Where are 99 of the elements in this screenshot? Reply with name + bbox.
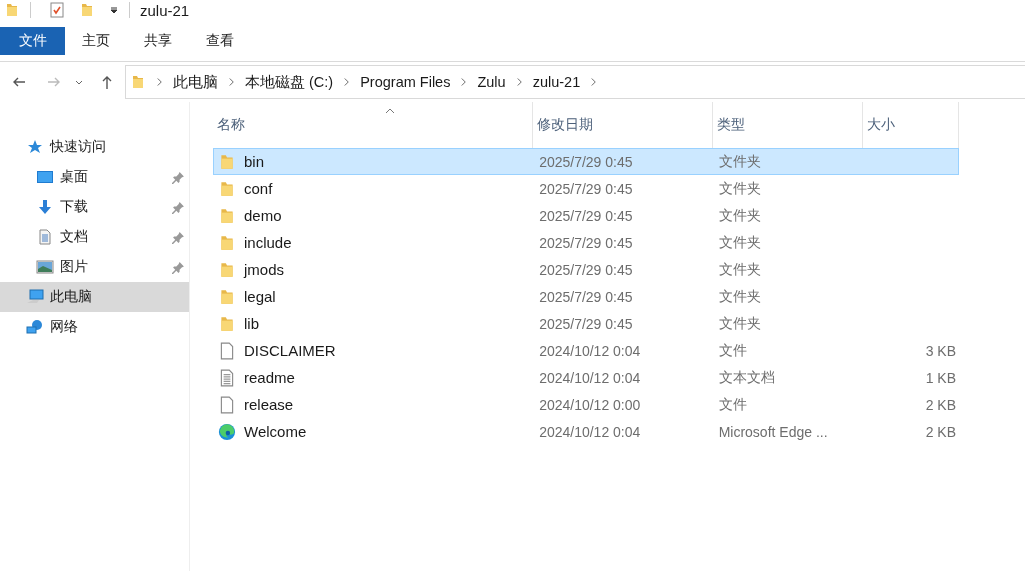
size-cell: 2 KB [925,396,956,413]
type-cell: 文件夹 [718,314,761,333]
dropdown-icon[interactable] [109,5,119,15]
date-cell: 2025/7/29 0:45 [539,234,633,251]
sidebar-item[interactable]: 文档 [0,222,189,252]
sidebar-item[interactable]: 网络 [0,312,189,342]
size-cell: 3 KB [925,342,956,359]
breadcrumb-item[interactable]: Program Files [360,74,451,90]
file-row[interactable]: DISCLAIMER 2024/10/12 0:04 文件 3 KB [213,337,959,364]
sidebar-item[interactable]: 桌面 [0,162,189,192]
picture-icon [36,259,54,275]
chevron-right-icon[interactable] [228,77,235,87]
file-row[interactable]: jmods 2025/7/29 0:45 文件夹 [213,256,959,283]
ribbon-tab[interactable]: 文件 [0,27,65,55]
type-cell: 文件夹 [718,179,761,198]
address-bar[interactable]: 此电脑 本地磁盘 (C:) Program Files Zulu zulu-21 [125,65,1025,99]
sidebar-item[interactable]: 此电脑 [0,282,189,312]
size-cell: 2 KB [925,423,956,440]
file-row[interactable]: release 2024/10/12 0:00 文件 2 KB [213,391,959,418]
chevron-right-icon[interactable] [460,77,468,87]
folder-icon [4,2,20,18]
chevron-right-icon[interactable] [156,77,163,87]
file-row[interactable]: demo 2025/7/29 0:45 文件夹 [213,202,959,229]
type-cell: 文件夹 [718,260,761,279]
file-name: jmods [244,261,284,278]
file-name: release [244,396,294,413]
file-name: legal [244,288,276,305]
sidebar-item[interactable]: 下载 [0,192,189,222]
file-name: readme [244,369,295,386]
type-cell: 文件夹 [718,287,761,306]
type-cell: Microsoft Edge ... [718,423,828,440]
computer-icon [26,289,44,305]
file-icon [218,341,236,360]
folder-icon [218,179,236,198]
date-cell: 2025/7/29 0:45 [539,261,633,278]
folder-icon [130,74,146,90]
folder-icon [218,314,236,333]
file-row[interactable]: readme 2024/10/12 0:04 文本文档 1 KB [213,364,959,391]
file-icon [218,395,236,414]
date-cell: 2024/10/12 0:04 [539,342,641,359]
pin-icon[interactable] [172,200,185,214]
ribbon-tab[interactable]: 查看 [189,27,251,55]
file-name: DISCLAIMER [244,342,336,359]
chevron-right-icon[interactable] [515,77,523,87]
network-icon [26,319,44,335]
breadcrumb-item[interactable]: Zulu [477,74,506,90]
document-icon [36,229,54,245]
folder-icon [218,152,236,171]
properties-icon[interactable] [49,2,65,18]
chevron-right-icon[interactable] [590,77,598,87]
file-row[interactable]: legal 2025/7/29 0:45 文件夹 [213,283,959,310]
pin-icon[interactable] [172,260,185,274]
type-cell: 文件夹 [718,206,761,225]
file-name: bin [244,153,265,170]
pin-icon[interactable] [172,170,185,184]
file-row[interactable]: conf 2025/7/29 0:45 文件夹 [213,175,959,202]
file-row[interactable]: lib 2025/7/29 0:45 文件夹 [213,310,959,337]
type-cell: 文件 [718,341,747,360]
file-row[interactable]: include 2025/7/29 0:45 文件夹 [213,229,959,256]
type-cell: 文本文档 [718,368,775,387]
date-cell: 2025/7/29 0:45 [539,315,633,332]
size-cell: 1 KB [925,369,956,386]
breadcrumb-item[interactable]: 本地磁盘 (C:) [245,72,334,92]
window-title: zulu-21 [140,1,190,19]
file-name: lib [244,315,259,332]
date-cell: 2025/7/29 0:45 [539,153,633,170]
pin-icon[interactable] [172,230,185,244]
date-cell: 2024/10/12 0:04 [539,369,641,386]
type-cell: 文件 [718,395,747,414]
date-cell: 2025/7/29 0:45 [539,180,633,197]
folder-icon [218,233,236,252]
file-row[interactable]: bin 2025/7/29 0:45 文件夹 [213,148,959,175]
chevron-right-icon[interactable] [343,77,351,87]
file-name: conf [244,180,273,197]
folder-icon [218,260,236,279]
type-cell: 文件夹 [718,233,761,252]
folder-icon [218,206,236,225]
date-cell: 2025/7/29 0:45 [539,288,633,305]
new-folder-icon[interactable] [79,2,95,18]
sidebar-item[interactable]: 快速访问 [0,132,189,162]
date-cell: 2024/10/12 0:00 [539,396,641,413]
file-name: demo [244,207,282,224]
breadcrumb-item[interactable]: zulu-21 [532,74,581,90]
ribbon-tab[interactable]: 共享 [127,27,189,55]
sort-up-icon [385,108,395,114]
date-cell: 2024/10/12 0:04 [539,423,641,440]
desktop-icon [36,169,54,185]
file-name: Welcome [244,423,307,440]
breadcrumb-item[interactable]: 此电脑 [173,72,218,92]
sidebar-item[interactable]: 图片 [0,252,189,282]
date-cell: 2025/7/29 0:45 [539,207,633,224]
file-name: include [244,234,292,251]
type-cell: 文件夹 [718,152,761,171]
star-icon [26,139,44,155]
down-arrow-icon [36,199,54,215]
file-row[interactable]: Welcome 2024/10/12 0:04 Microsoft Edge ... 2 KB [213,418,959,445]
folder-icon [218,287,236,306]
text-file-icon [218,368,236,387]
ribbon-tab[interactable]: 主页 [65,27,127,55]
